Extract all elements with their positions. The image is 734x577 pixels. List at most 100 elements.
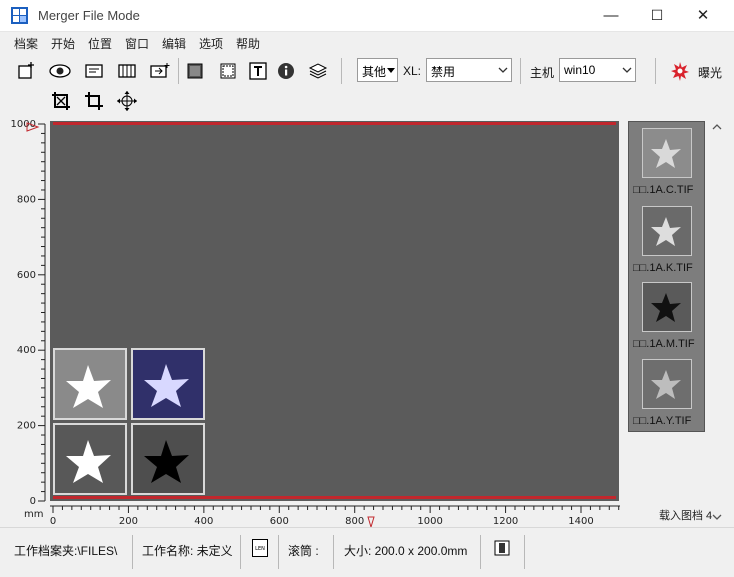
crop-button[interactable] [82, 89, 106, 113]
panel-icon [85, 64, 103, 78]
star-image-icon [133, 350, 203, 418]
xl-label: XL: [403, 64, 422, 78]
window-title: Merger File Mode [38, 8, 140, 23]
scroll-up-icon[interactable] [712, 124, 722, 130]
placed-image-m[interactable] [131, 423, 205, 495]
placed-image-blue[interactable] [131, 348, 205, 420]
work-folder-text: 工作档案夹:\FILES\ [14, 544, 118, 558]
move-button[interactable] [115, 89, 139, 113]
x-tick-label: 200 [119, 516, 138, 527]
status-separator [278, 535, 279, 569]
y-tick-label: 400 [17, 345, 36, 356]
status-separator [333, 535, 334, 569]
top-guide-line [53, 122, 616, 125]
y-tick-label: 800 [17, 194, 36, 205]
thumbnail-y[interactable] [642, 359, 692, 409]
x-tick-label: 400 [194, 516, 213, 527]
menu-position[interactable]: 位置 [88, 35, 112, 52]
drum-status-text: 滚筒 : [288, 544, 319, 558]
menu-file[interactable]: 档案 [14, 35, 38, 52]
x-tick-label: 1000 [417, 516, 442, 527]
dashed-frame-icon [220, 63, 236, 79]
menu-bar: 档案 开始 位置 窗口 编辑 选项 帮助 [0, 32, 734, 54]
exposure-button[interactable] [668, 59, 692, 83]
thumbnail-k[interactable] [642, 206, 692, 256]
film-strip-button[interactable] [115, 59, 139, 83]
thumbnail-scrollbar[interactable] [707, 118, 727, 527]
xl-dropdown[interactable]: 禁用 [426, 58, 512, 82]
crop-icon [85, 92, 103, 110]
app-logo-icon [11, 7, 28, 24]
exposure-burst-icon [671, 62, 689, 81]
title-bar: Merger File Mode — ☐ ✕ [0, 0, 734, 32]
thumbnail-c[interactable] [642, 128, 692, 178]
toolbar-separator [520, 58, 521, 84]
thumbnail-label: □□.1A.M.TIF [633, 338, 695, 350]
menu-edit[interactable]: 编辑 [162, 35, 186, 52]
other-dropdown[interactable]: 其他 [357, 58, 398, 82]
info-button[interactable] [274, 59, 298, 83]
star-image-icon [55, 425, 125, 493]
y-tick-label: 200 [17, 421, 36, 432]
display-toggle-button[interactable] [494, 540, 510, 559]
text-icon [249, 62, 267, 80]
y-tick-label: 600 [17, 270, 36, 281]
scroll-down-icon[interactable] [712, 514, 722, 520]
filled-frame-icon [187, 63, 203, 79]
menu-help[interactable]: 帮助 [236, 35, 260, 52]
thumbnail-panel: □□.1A.C.TIF □□.1A.K.TIF □□.1A.M.TIF □□.1… [628, 121, 705, 432]
job-name-text: 工作名称: 未定义 [142, 544, 233, 558]
star-image-icon [133, 425, 203, 493]
star-thumbnail-icon [643, 129, 691, 177]
minimize-button[interactable]: — [588, 0, 634, 32]
text-button[interactable] [246, 59, 270, 83]
placed-image-c[interactable] [53, 348, 127, 420]
x-position-marker-icon [367, 516, 375, 527]
menu-window[interactable]: 窗口 [125, 35, 149, 52]
import-button[interactable] [148, 59, 172, 83]
layers-button[interactable] [306, 59, 330, 83]
x-tick-label: 1400 [568, 516, 593, 527]
panel-toggle-icon [494, 540, 510, 556]
load-status-text: 载入图档 4 [659, 510, 713, 522]
toolbar-separator [655, 58, 656, 84]
chevron-down-icon [494, 59, 511, 81]
import-icon [150, 63, 170, 78]
host-dropdown[interactable]: win10 [559, 58, 636, 82]
menu-start[interactable]: 开始 [51, 35, 75, 52]
close-button[interactable]: ✕ [680, 0, 726, 32]
len-icon[interactable]: LEN [252, 539, 268, 557]
menu-options[interactable]: 选项 [199, 35, 223, 52]
thumbnail-m[interactable] [642, 282, 692, 332]
y-tick-label: 0 [30, 496, 36, 507]
film-icon [118, 64, 136, 78]
x-ruler-ticks: 0 200 400 600 800 1000 1200 1400 [50, 506, 620, 527]
eye-icon [49, 64, 71, 78]
bottom-guide-line [53, 496, 616, 499]
scrollbar-track [712, 124, 722, 520]
crop-fit-button[interactable] [49, 89, 73, 113]
placed-image-k[interactable] [53, 423, 127, 495]
new-file-button[interactable] [14, 59, 38, 83]
size-text: 大小: 200.0 x 200.0mm [344, 544, 468, 558]
star-thumbnail-icon [643, 207, 691, 255]
open-panel-button[interactable] [82, 59, 106, 83]
star-image-icon [55, 350, 125, 418]
fill-frame-button[interactable] [183, 59, 207, 83]
star-thumbnail-icon [643, 360, 691, 408]
new-file-icon [18, 62, 34, 79]
star-thumbnail-icon [643, 283, 691, 331]
xl-dropdown-value: 禁用 [431, 65, 456, 79]
info-icon [278, 63, 294, 79]
toolbar-separator [341, 58, 342, 84]
x-tick-label: 800 [345, 516, 364, 527]
x-tick-label: 1200 [493, 516, 518, 527]
maximize-button[interactable]: ☐ [634, 0, 680, 32]
host-dropdown-value: win10 [564, 63, 596, 77]
toolbar-separator [178, 58, 179, 84]
status-separator [524, 535, 525, 569]
preview-button[interactable] [48, 59, 72, 83]
thumbnail-label: □□.1A.K.TIF [633, 262, 693, 274]
status-separator [480, 535, 481, 569]
dashed-frame-button[interactable] [216, 59, 240, 83]
